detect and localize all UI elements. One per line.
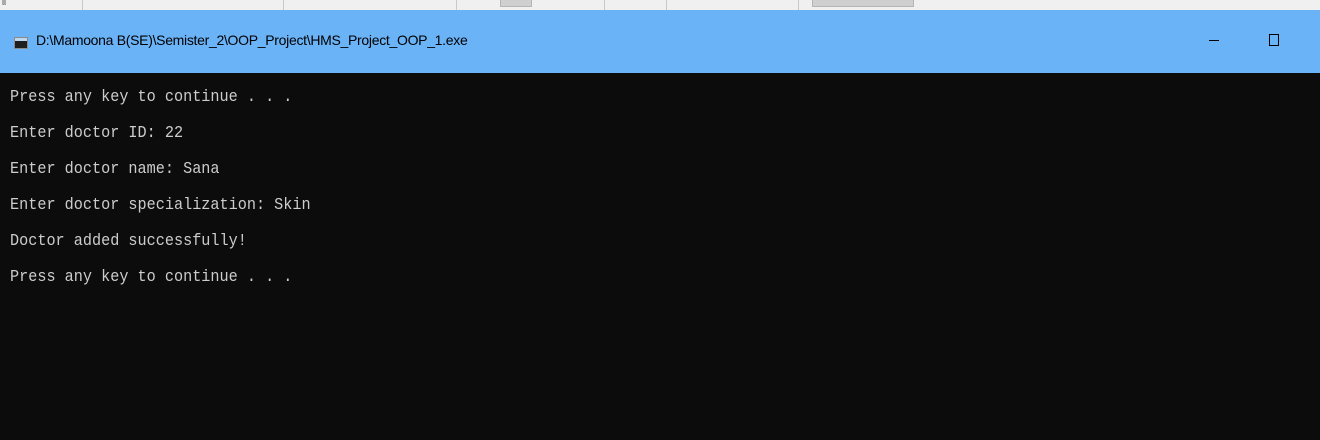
background-divider bbox=[666, 0, 667, 10]
background-divider bbox=[456, 0, 457, 10]
background-divider bbox=[82, 0, 83, 10]
maximize-button[interactable] bbox=[1252, 18, 1296, 62]
background-divider bbox=[798, 0, 799, 10]
console-line: Enter doctor specialization: Skin bbox=[10, 195, 311, 214]
console-window: D:\Mamoona B(SE)\Semister_2\OOP_Project\… bbox=[0, 10, 1320, 440]
title-bar[interactable]: D:\Mamoona B(SE)\Semister_2\OOP_Project\… bbox=[0, 10, 1320, 73]
minimize-button[interactable] bbox=[1192, 18, 1236, 62]
console-line: Enter doctor name: Sana bbox=[10, 159, 220, 178]
console-output[interactable]: Press any key to continue . . . Enter do… bbox=[0, 73, 1320, 440]
maximize-icon bbox=[1269, 34, 1279, 46]
background-divider bbox=[283, 0, 284, 10]
console-app-icon-bar bbox=[15, 38, 27, 41]
background-scroll-thumb bbox=[812, 0, 914, 7]
console-app-icon[interactable] bbox=[14, 37, 28, 49]
minimize-icon bbox=[1209, 39, 1219, 41]
window-title: D:\Mamoona B(SE)\Semister_2\OOP_Project\… bbox=[36, 32, 468, 48]
background-window-corner: ιι bbox=[2, 0, 6, 7]
background-divider bbox=[604, 0, 605, 10]
console-line: Press any key to continue . . . bbox=[10, 87, 293, 106]
background-scroll-thumb bbox=[500, 0, 532, 7]
console-line: Doctor added successfully! bbox=[10, 231, 247, 250]
screen: ιι D:\Mamoona B(SE)\Semister_2\OOP_Proje… bbox=[0, 0, 1320, 440]
console-line: Press any key to continue . . . bbox=[10, 267, 293, 286]
console-line: Enter doctor ID: 22 bbox=[10, 123, 184, 142]
